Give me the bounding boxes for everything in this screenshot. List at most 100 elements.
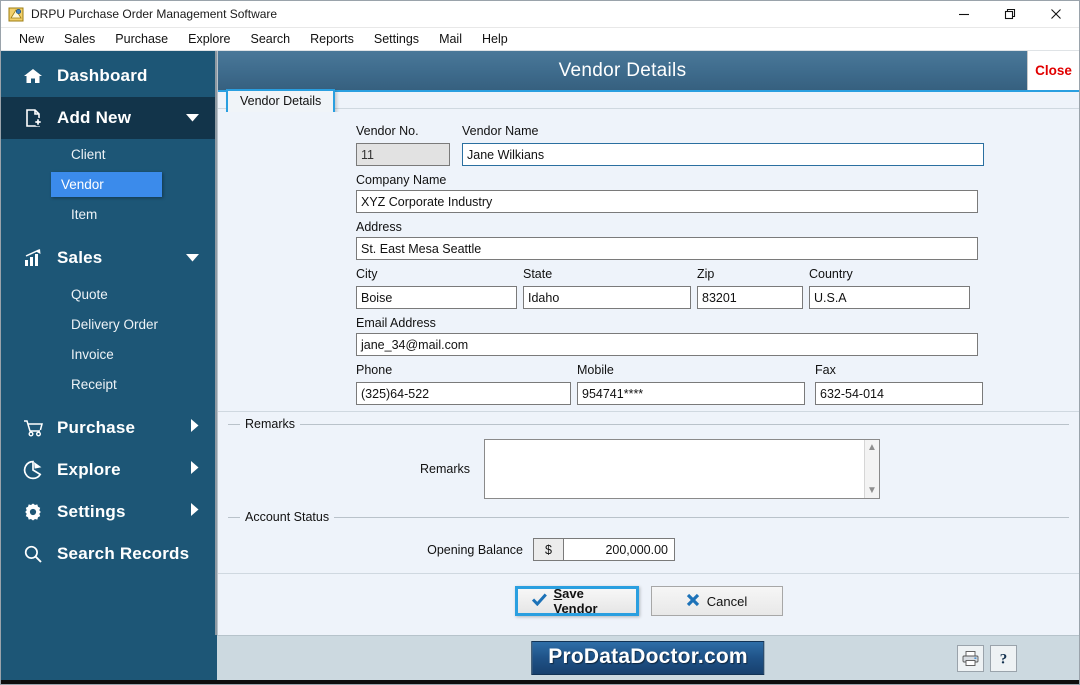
vendor-name-label: Vendor Name xyxy=(462,124,539,138)
menu-bar: New Sales Purchase Explore Search Report… xyxy=(1,28,1079,51)
printer-icon[interactable] xyxy=(957,644,984,672)
menu-item-sales[interactable]: Sales xyxy=(54,29,105,49)
phone-input[interactable]: (325)64-522 xyxy=(356,382,571,405)
footer-bar: ProDataDoctor.com ? xyxy=(217,635,1079,680)
tab-strip: Vendor Details xyxy=(218,89,1079,114)
row-city-state-zip-country-labels: City State Zip Country xyxy=(356,267,1057,284)
maximize-icon[interactable] xyxy=(987,1,1033,28)
chevron-right-icon xyxy=(190,461,199,479)
vendor-name-input[interactable]: Jane Wilkians xyxy=(462,143,984,166)
menu-item-settings[interactable]: Settings xyxy=(364,29,429,49)
phone-label: Phone xyxy=(356,363,393,377)
sidebar-item-search-records[interactable]: Search Records xyxy=(1,533,215,575)
account-status-group: Account Status Opening Balance $ 200,000… xyxy=(228,510,1069,573)
mobile-input[interactable]: 954741**** xyxy=(577,382,805,405)
fax-input[interactable]: 632-54-014 xyxy=(815,382,983,405)
opening-balance-input[interactable]: 200,000.00 xyxy=(563,538,675,561)
opening-balance-label: Opening Balance xyxy=(427,542,523,557)
menu-item-mail[interactable]: Mail xyxy=(429,29,472,49)
help-icon[interactable]: ? xyxy=(990,644,1017,672)
address-input[interactable]: St. East Mesa Seattle xyxy=(356,237,978,260)
sidebar-item-add-new[interactable]: Add New xyxy=(1,97,215,139)
menu-item-help[interactable]: Help xyxy=(472,29,518,49)
sidebar-item-item[interactable]: Item xyxy=(1,199,215,229)
save-vendor-button[interactable]: Save Vendor xyxy=(514,586,639,616)
sidebar-item-label-quote: Quote xyxy=(71,286,108,302)
check-icon xyxy=(531,593,547,609)
sidebar-item-vendor[interactable]: Vendor xyxy=(1,169,215,199)
email-label: Email Address xyxy=(356,316,436,330)
minimize-icon[interactable] xyxy=(941,1,987,28)
chevron-right-icon xyxy=(190,503,199,521)
remarks-row: Remarks ▲ ▼ xyxy=(228,435,1069,509)
sidebar-item-label-purchase: Purchase xyxy=(57,418,136,437)
fax-label: Fax xyxy=(815,363,836,377)
footer-container: ProDataDoctor.com ? xyxy=(1,635,1079,680)
tab-underline xyxy=(218,108,1079,109)
sidebar-item-sales[interactable]: Sales xyxy=(1,237,215,279)
tab-vendor-details[interactable]: Vendor Details xyxy=(226,89,336,114)
email-input[interactable]: jane_34@mail.com xyxy=(356,333,978,356)
application-window: DRPU Purchase Order Management Software … xyxy=(0,0,1080,685)
sidebar-item-explore[interactable]: Explore xyxy=(1,449,215,491)
search-icon xyxy=(23,544,49,564)
sidebar-item-label-delivery-order: Delivery Order xyxy=(71,316,159,332)
remarks-textarea-value[interactable] xyxy=(485,440,864,498)
remarks-scrollbar[interactable]: ▲ ▼ xyxy=(864,440,879,498)
sidebar-item-delivery-order[interactable]: Delivery Order xyxy=(1,309,215,339)
zip-input[interactable]: 83201 xyxy=(697,286,803,309)
chevron-up-icon[interactable]: ▲ xyxy=(867,442,877,453)
window-controls xyxy=(941,1,1079,28)
cancel-button[interactable]: Cancel xyxy=(650,586,783,616)
form-header: Vendor Details Close xyxy=(218,51,1079,92)
pie-chart-icon xyxy=(23,460,49,480)
remarks-group-title: Remarks xyxy=(240,417,301,431)
vendor-fields: Vendor No. Vendor Name 11 Jane Wilkians … xyxy=(218,112,1079,412)
row-phone-mobile-fax-inputs: (325)64-522 954741**** 632-54-014 xyxy=(356,382,1057,405)
sidebar-item-label-settings: Settings xyxy=(57,502,126,521)
country-input[interactable]: U.S.A xyxy=(809,286,970,309)
city-input[interactable]: Boise xyxy=(356,286,517,309)
close-icon[interactable] xyxy=(1033,1,1079,28)
address-label: Address xyxy=(356,220,402,234)
chevron-down-icon[interactable]: ▼ xyxy=(867,485,877,496)
sidebar-item-client[interactable]: Client xyxy=(1,139,215,169)
vendor-no-input[interactable]: 11 xyxy=(356,143,450,166)
sidebar-item-dashboard[interactable]: Dashboard xyxy=(1,55,215,97)
chevron-down-icon xyxy=(186,249,199,267)
close-form-button[interactable]: Close xyxy=(1027,51,1079,90)
menu-item-search[interactable]: Search xyxy=(241,29,301,49)
svg-text:?: ? xyxy=(1000,651,1008,667)
cancel-label: Cancel xyxy=(706,593,748,609)
sidebar-item-label-invoice: Invoice xyxy=(71,346,114,362)
sidebar-item-label-search-records: Search Records xyxy=(57,544,190,563)
mobile-label: Mobile xyxy=(577,363,614,377)
menu-item-new[interactable]: New xyxy=(9,29,54,49)
footer-sidebar-fill xyxy=(1,635,217,680)
zip-label: Zip xyxy=(697,267,715,281)
sidebar: Dashboard Add New Client Vendor Item Sal… xyxy=(1,51,217,635)
menu-item-reports[interactable]: Reports xyxy=(300,29,364,49)
account-status-group-title: Account Status xyxy=(240,510,335,524)
chevron-right-icon xyxy=(190,419,199,437)
save-vendor-accel: S xyxy=(553,586,563,601)
window-title: DRPU Purchase Order Management Software xyxy=(31,7,278,21)
sidebar-item-label-item: Item xyxy=(71,206,98,222)
sidebar-item-settings[interactable]: Settings xyxy=(1,491,215,533)
state-input[interactable]: Idaho xyxy=(523,286,691,309)
menu-item-explore[interactable]: Explore xyxy=(178,29,240,49)
menu-item-purchase[interactable]: Purchase xyxy=(105,29,178,49)
sidebar-item-purchase[interactable]: Purchase xyxy=(1,407,215,449)
sidebar-item-receipt[interactable]: Receipt xyxy=(1,369,215,399)
form-area: Vendor No. Vendor Name 11 Jane Wilkians … xyxy=(218,112,1079,635)
remarks-textarea[interactable]: ▲ ▼ xyxy=(484,439,880,499)
bottom-edge xyxy=(1,680,1079,684)
company-name-input[interactable]: XYZ Corporate Industry xyxy=(356,190,978,213)
sidebar-item-quote[interactable]: Quote xyxy=(1,279,215,309)
page-title: Vendor Details xyxy=(558,59,687,81)
x-icon xyxy=(686,593,700,610)
row-city-state-zip-country-inputs: Boise Idaho 83201 U.S.A xyxy=(356,286,1057,309)
row-vendor-no-name-labels: Vendor No. Vendor Name xyxy=(356,124,1057,141)
remarks-group: Remarks Remarks ▲ ▼ xyxy=(228,417,1069,509)
sidebar-item-invoice[interactable]: Invoice xyxy=(1,339,215,369)
